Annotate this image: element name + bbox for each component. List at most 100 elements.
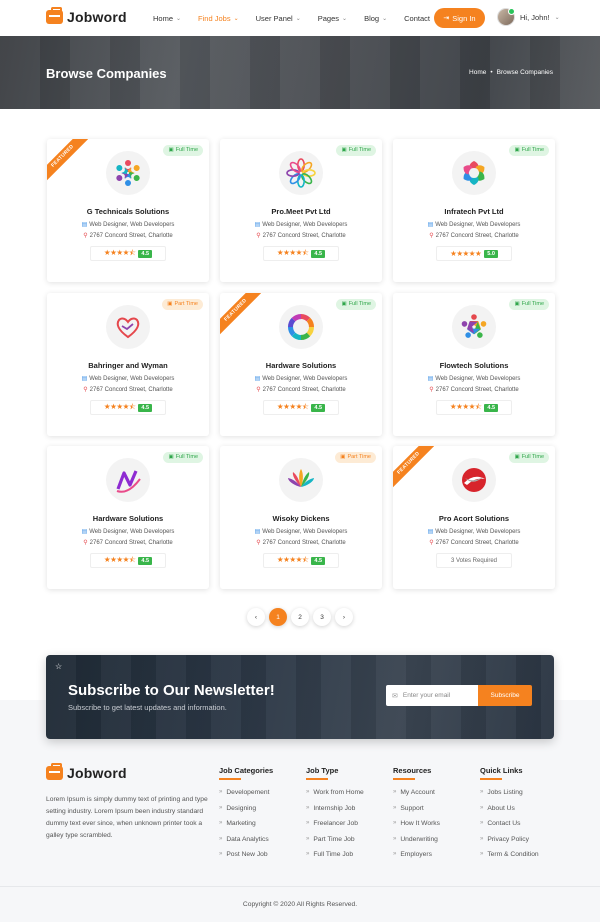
company-name[interactable]: Bahringer and Wyman [47, 361, 209, 370]
footer-link[interactable]: » Marketing [219, 820, 273, 836]
brand-logo[interactable]: Jobword [46, 7, 127, 25]
rating-score: 4.5 [138, 403, 153, 412]
category-icon: ▤ [254, 222, 261, 228]
footer-link-label: Internship Job [313, 804, 356, 812]
company-category: ▤ Web Designer, Web Developers [220, 221, 382, 229]
job-type-label: Part Time [174, 301, 198, 307]
user-greeting: Hi, John! [520, 12, 550, 22]
category-text: Web Designer, Web Developers [89, 221, 175, 228]
page-button-3[interactable]: 3 [313, 608, 331, 626]
footer-link[interactable]: » Support [393, 805, 440, 821]
rating-score: 4.5 [484, 403, 499, 412]
nav-item-contact[interactable]: Contact [404, 14, 430, 23]
map-pin-icon: ⚲ [429, 387, 434, 393]
company-category: ▤ Web Designer, Web Developers [220, 528, 382, 536]
red-swirl-logo [452, 458, 496, 502]
sign-in-button[interactable]: ⇥ Sign In [434, 8, 485, 28]
star-rating-icon: ★★★★⯪ [276, 555, 309, 564]
newsletter-title: Subscribe to Our Newsletter! [68, 682, 275, 699]
address-text: 2767 Concord Street, Charlotte [262, 386, 346, 393]
job-type-badge: ▣ Full Time [163, 452, 203, 463]
company-name[interactable]: Pro.Meet Pvt Ltd [220, 207, 382, 216]
company-card[interactable]: FEATURED ▣ Full Time Pro Acort Solutions ▤ We… [393, 446, 555, 589]
star-rating-icon: ★★★★⯪ [276, 402, 309, 411]
footer-link[interactable]: » Contact Us [480, 820, 539, 836]
footer-link[interactable]: » Part Time Job [306, 836, 364, 852]
map-pin-icon: ⚲ [256, 233, 261, 239]
nav-item-label: Pages [317, 14, 340, 23]
job-type-label: Full Time [348, 147, 371, 153]
address-text: 2767 Concord Street, Charlotte [435, 386, 519, 393]
category-icon: ▤ [427, 222, 434, 228]
nav-item-label: Blog [364, 14, 380, 23]
category-text: Web Designer, Web Developers [262, 375, 348, 382]
breadcrumb-home[interactable]: Home [469, 69, 486, 76]
briefcase-icon: ▣ [514, 301, 520, 307]
company-card[interactable]: FEATURED ▣ Full Time G Technicals Solutions… [47, 139, 209, 282]
page-button-1[interactable]: 1 [269, 608, 287, 626]
petal-ring-logo [452, 151, 496, 195]
footer-link[interactable]: » Employers [393, 851, 440, 867]
footer-link[interactable]: » Full Time Job [306, 851, 364, 867]
chevron-down-icon: ⌄ [233, 16, 239, 22]
nav-item-pages[interactable]: Pages ⌄ [318, 14, 347, 23]
category-text: Web Designer, Web Developers [435, 375, 521, 382]
company-card[interactable]: ▣ Part Time Bahringer and Wyman ▤ Web Design… [47, 293, 209, 436]
subscribe-button[interactable]: Subscribe [478, 685, 532, 706]
company-name[interactable]: Hardware Solutions [220, 361, 382, 370]
chevron-right-icon: » [219, 789, 223, 795]
company-address: ⚲ 2767 Concord Street, Charlotte [47, 539, 209, 547]
footer-link[interactable]: » About Us [480, 805, 539, 821]
company-card[interactable]: ▣ Full Time Infratech Pvt Ltd ▤ Web Designer… [393, 139, 555, 282]
page-button-2[interactable]: 2 [291, 608, 309, 626]
rating-score: 4.5 [138, 249, 153, 258]
company-card[interactable]: ▣ Full Time Pro.Meet Pvt Ltd ▤ Web Designer,… [220, 139, 382, 282]
chevron-down-icon: ⌄ [176, 16, 182, 22]
footer-link[interactable]: » Designing [219, 805, 273, 821]
company-card[interactable]: ▣ Full Time Hardware Solutions ▤ Web Designe… [47, 446, 209, 589]
category-text: Web Designer, Web Developers [435, 528, 521, 535]
nav-item-home[interactable]: Home ⌄ [153, 14, 181, 23]
company-card[interactable]: ▣ Part Time Wisoky Dickens ▤ Web Designer, W… [220, 446, 382, 589]
footer-link[interactable]: » How It Works [393, 820, 440, 836]
footer-link[interactable]: » Freelancer Job [306, 820, 364, 836]
company-card[interactable]: FEATURED ▣ Full Time Hardware Solutions ▤ Web… [220, 293, 382, 436]
footer-divider [0, 886, 600, 887]
footer-link[interactable]: » My Account [393, 789, 440, 805]
footer-link[interactable]: » Work from Home [306, 789, 364, 805]
footer-link[interactable]: » Data Analytics [219, 836, 273, 852]
footer-link[interactable]: » Privacy Policy [480, 836, 539, 852]
user-menu[interactable]: Hi, John! ⌄ [497, 8, 560, 26]
footer-link-label: Developement [226, 789, 270, 796]
company-name[interactable]: Hardware Solutions [47, 514, 209, 523]
footer-link[interactable]: » Term & Condition [480, 851, 539, 867]
footer-link[interactable]: » Post New Job [219, 851, 273, 867]
address-text: 2767 Concord Street, Charlotte [435, 539, 519, 546]
email-placeholder: Enter your email [402, 692, 451, 699]
company-name[interactable]: Pro Acort Solutions [393, 514, 555, 523]
footer-link[interactable]: » Jobs Listing [480, 789, 539, 805]
footer-link[interactable]: » Underwriting [393, 836, 440, 852]
company-name[interactable]: Flowtech Solutions [393, 361, 555, 370]
briefcase-icon: ▣ [168, 147, 174, 153]
chevron-down-icon: ⌄ [295, 16, 301, 22]
company-name[interactable]: Wisoky Dickens [220, 514, 382, 523]
company-name[interactable]: Infratech Pvt Ltd [393, 207, 555, 216]
briefcase-icon: ▣ [341, 301, 347, 307]
footer-link[interactable]: » Internship Job [306, 805, 364, 821]
nav-item-blog[interactable]: Blog ⌄ [364, 14, 387, 23]
prev-page-button[interactable]: ‹ [247, 608, 265, 626]
footer-brand-logo[interactable]: Jobword [46, 763, 127, 781]
nav-item-find-jobs[interactable]: Find Jobs ⌄ [198, 14, 239, 23]
briefcase-icon [46, 763, 63, 780]
email-input[interactable]: ✉ Enter your email [386, 685, 478, 706]
next-page-button[interactable]: › [335, 608, 353, 626]
company-card[interactable]: ▣ Full Time Flowtech Solutions ▤ Web Designe… [393, 293, 555, 436]
map-pin-icon: ⚲ [83, 233, 88, 239]
star-rating-icon: ★★★★⯪ [449, 402, 482, 411]
company-name[interactable]: G Technicals Solutions [47, 207, 209, 216]
footer-link[interactable]: » Developement [219, 789, 273, 805]
nav-item-label: User Panel [255, 14, 293, 23]
rating-score: 4.5 [311, 556, 326, 565]
nav-item-user-panel[interactable]: User Panel ⌄ [256, 14, 301, 23]
